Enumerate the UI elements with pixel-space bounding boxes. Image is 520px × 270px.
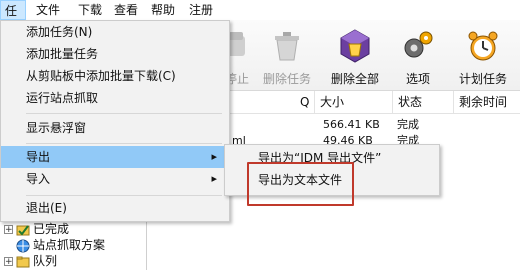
tree-item-label: 站点抓取方案	[33, 238, 106, 252]
menu-download[interactable]: 下载	[74, 0, 106, 20]
delete-all-icon	[340, 29, 370, 63]
delete-all-button[interactable]: 删除全部	[324, 26, 386, 86]
queue-folder-icon	[16, 256, 30, 267]
highlight-box	[247, 162, 354, 206]
menu-separator	[26, 143, 222, 144]
menu-register[interactable]: 注册	[185, 0, 217, 20]
menu-item-run-site-grabber[interactable]: 运行站点抓取	[1, 87, 227, 109]
menu-bar: 任务 文件 下载 查看 帮助 注册	[0, 0, 520, 38]
options-label: 选项	[405, 72, 430, 86]
scheduler-button[interactable]: 计划任务	[452, 26, 514, 86]
menu-separator	[26, 195, 222, 196]
menu-file[interactable]: 文件	[32, 0, 64, 20]
menu-item-add-batch[interactable]: 添加批量任务	[1, 43, 227, 65]
tasks-dropdown-menu: 添加任务(N) 添加批量任务 从剪贴板中添加批量下载(C) 运行站点抓取 显示悬…	[0, 20, 230, 222]
row-size: 566.41 KB	[323, 118, 380, 131]
row-status: 完成	[397, 118, 419, 131]
menu-separator	[26, 113, 222, 114]
scheduler-label: 计划任务	[458, 72, 507, 86]
tree-item-completed[interactable]: + 已完成	[4, 221, 69, 237]
tree-item-label: 队列	[33, 254, 58, 268]
column-header-time-left[interactable]: 剩余时间	[454, 91, 520, 113]
expand-icon[interactable]: +	[4, 257, 13, 267]
tree-item-queues[interactable]: + 队列	[4, 253, 57, 269]
options-gear-icon	[404, 31, 433, 58]
tree-item-label: 已完成	[33, 222, 70, 236]
menu-tasks[interactable]: 任务	[0, 0, 26, 38]
menu-item-import-label: 导入	[26, 172, 51, 186]
menu-item-import[interactable]: 导入 ▸	[1, 168, 227, 190]
delete-task-icon	[275, 32, 299, 61]
menu-item-batch-from-clipboard[interactable]: 从剪贴板中添加批量下载(C)	[1, 65, 227, 87]
delete-task-label: 删除任务	[262, 72, 311, 86]
column-header-size[interactable]: 大小	[315, 91, 393, 113]
delete-task-button[interactable]: 删除任务	[256, 26, 318, 86]
site-grabber-icon	[16, 239, 30, 252]
menu-item-add-task[interactable]: 添加任务(N)	[1, 21, 227, 43]
menu-item-export[interactable]: 导出 ▸	[1, 146, 227, 168]
options-button[interactable]: 选项	[387, 26, 449, 86]
tree-item-site-grabber[interactable]: 站点抓取方案	[16, 237, 105, 253]
column-header-q[interactable]: Q	[295, 91, 315, 113]
chevron-right-icon: ▸	[211, 150, 217, 163]
menu-view[interactable]: 查看	[110, 0, 142, 20]
chevron-right-icon: ▸	[211, 172, 217, 185]
menu-help[interactable]: 帮助	[147, 0, 179, 20]
delete-all-label: 删除全部	[330, 72, 379, 86]
menu-item-exit[interactable]: 退出(E)	[1, 197, 227, 219]
menu-item-floating-window[interactable]: 显示悬浮窗	[1, 117, 227, 139]
menu-item-export-label: 导出	[26, 150, 51, 164]
scheduler-clock-icon	[468, 31, 498, 61]
column-header-status[interactable]: 状态	[393, 91, 454, 113]
completed-folder-icon	[16, 224, 30, 236]
expand-icon[interactable]: +	[4, 225, 13, 235]
